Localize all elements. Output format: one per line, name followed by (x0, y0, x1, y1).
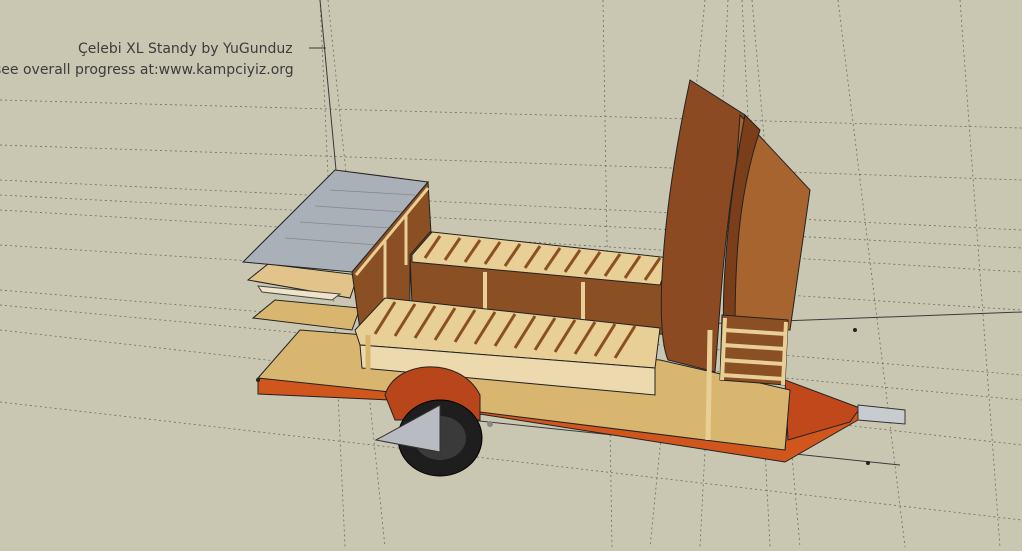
left-shelves (246, 263, 361, 331)
progress-link-label: see overall progress at:www.kampciyiz.or… (0, 62, 294, 78)
model-title-label: Çelebi XL Standy by YuGunduz (78, 41, 293, 57)
sketchup-viewport[interactable]: Çelebi XL Standy by YuGunduz see overall… (0, 0, 1022, 548)
trailer-model-drawing (0, 0, 1022, 548)
